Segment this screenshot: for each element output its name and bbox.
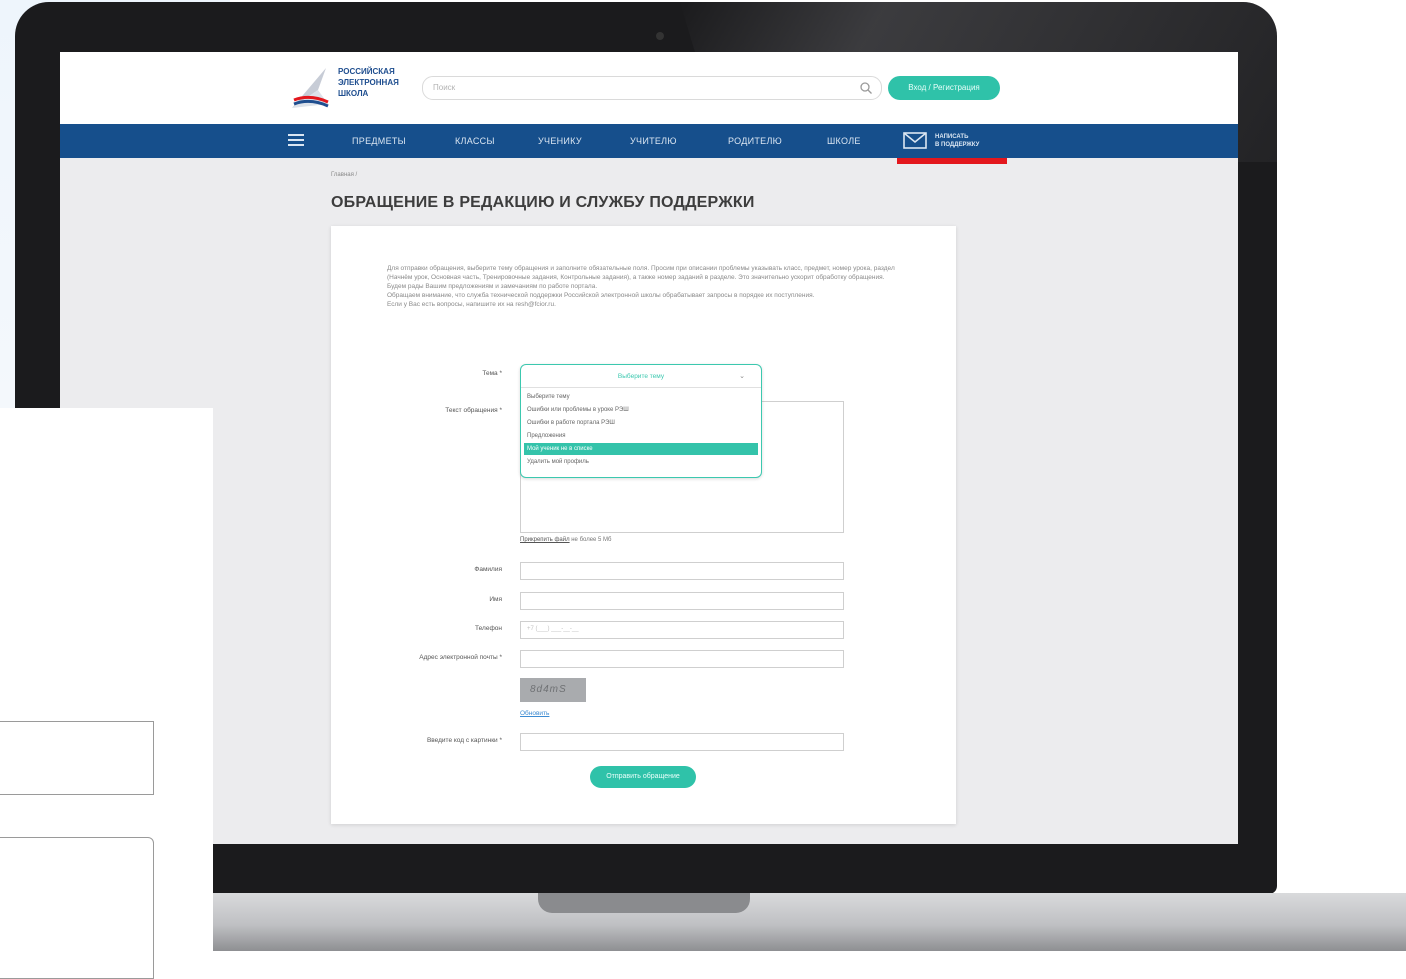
topic-label: Тема * — [482, 370, 502, 377]
topic-option[interactable]: Выберите тему — [524, 391, 758, 403]
phone-label: Телефон — [475, 625, 502, 632]
topic-option-highlighted[interactable]: Мой ученик не в списке — [524, 443, 758, 455]
site-header: РОССИЙСКАЯ ЭЛЕКТРОННАЯ ШКОЛА Поиск Вход … — [60, 52, 1238, 124]
intro-paragraph: Если у Вас есть вопросы, напишите их на … — [387, 301, 556, 308]
laptop-screen: РОССИЙСКАЯ ЭЛЕКТРОННАЯ ШКОЛА Поиск Вход … — [60, 52, 1238, 844]
topic-option[interactable]: Удалить мой профиль — [524, 456, 758, 468]
nav-item-school[interactable]: ШКОЛЕ — [827, 136, 861, 146]
side-panel — [0, 408, 213, 979]
camera-icon — [656, 32, 664, 40]
message-label: Текст обращения * — [445, 407, 502, 414]
attach-note: не более 5 Мб — [569, 537, 612, 543]
support-line: НАПИСАТЬ — [935, 134, 969, 140]
nav-item-student[interactable]: УЧЕНИКУ — [538, 136, 582, 146]
surname-label: Фамилия — [474, 566, 502, 573]
side-input-box[interactable] — [0, 721, 154, 795]
nav-item-teacher[interactable]: УЧИТЕЛЮ — [630, 136, 677, 146]
topic-option[interactable]: Ошибки в работе портала РЭШ — [524, 417, 758, 429]
topic-selected-value: Выберите тему — [617, 373, 665, 380]
attach-file: Прикрепить файл не более 5 Мб — [520, 537, 611, 543]
surname-field[interactable] — [520, 562, 844, 580]
phone-placeholder: +7 (___) ___-__-__ — [527, 626, 579, 632]
chevron-down-icon: ⌄ — [739, 373, 745, 380]
mail-icon — [903, 132, 927, 149]
name-label: Имя — [489, 596, 502, 603]
support-highlight — [897, 158, 1007, 164]
topic-select[interactable]: Выберите тему ⌄ Выберите тему Ошибки или… — [520, 364, 762, 478]
topic-option[interactable]: Предложения — [524, 430, 758, 442]
attach-file-link[interactable]: Прикрепить файл — [520, 537, 570, 543]
email-label: Адрес электронной почты * — [419, 654, 502, 661]
email-field[interactable] — [520, 650, 844, 668]
laptop-base — [213, 893, 1406, 951]
nav-item-classes[interactable]: КЛАССЫ — [455, 136, 495, 146]
support-line: В ПОДДЕРЖКУ — [935, 142, 980, 148]
intro-paragraph: Обращаем внимание, что служба техническо… — [387, 292, 815, 299]
logo-icon — [292, 68, 329, 108]
captcha-label: Введите код с картинки * — [426, 737, 502, 744]
login-button[interactable]: Вход / Регистрация — [888, 76, 1000, 100]
select-divider — [521, 387, 761, 388]
page-title: ОБРАЩЕНИЕ В РЕДАКЦИЮ И СЛУЖБУ ПОДДЕРЖКИ — [331, 194, 755, 211]
support-label: НАПИСАТЬ В ПОДДЕРЖКУ — [935, 133, 979, 149]
side-textarea-box[interactable] — [0, 837, 154, 979]
search-icon[interactable] — [859, 81, 873, 95]
menu-icon[interactable] — [288, 134, 304, 147]
intro-paragraph: Для отправки обращения, выберите тему об… — [387, 265, 895, 290]
captcha-image: 8d4mS — [520, 678, 586, 702]
form-instructions: Для отправки обращения, выберите тему об… — [387, 264, 897, 309]
laptop-base-notch — [538, 893, 750, 913]
breadcrumb[interactable]: Главная / — [331, 172, 357, 178]
support-link[interactable]: НАПИСАТЬ В ПОДДЕРЖКУ — [903, 130, 1007, 152]
submit-button[interactable]: Отправить обращение — [590, 766, 696, 788]
nav-item-subjects[interactable]: ПРЕДМЕТЫ — [352, 136, 406, 146]
refresh-captcha-link[interactable]: Обновить — [520, 710, 549, 717]
captcha-input[interactable] — [520, 733, 844, 751]
phone-field[interactable]: +7 (___) ___-__-__ — [520, 621, 844, 639]
name-field[interactable] — [520, 592, 844, 610]
nav-item-parent[interactable]: РОДИТЕЛЮ — [728, 136, 782, 146]
search-placeholder: Поиск — [433, 83, 456, 92]
search-input[interactable]: Поиск — [422, 76, 882, 100]
logo-text[interactable]: РОССИЙСКАЯ ЭЛЕКТРОННАЯ ШКОЛА — [338, 66, 399, 99]
logo-line: РОССИЙСКАЯ — [338, 67, 395, 76]
main-nav: ПРЕДМЕТЫ КЛАССЫ УЧЕНИКУ УЧИТЕЛЮ РОДИТЕЛЮ… — [60, 124, 1238, 158]
feedback-form: Для отправки обращения, выберите тему об… — [331, 226, 956, 824]
topic-option[interactable]: Ошибки или проблемы в уроке РЭШ — [524, 404, 758, 416]
logo-line: ЭЛЕКТРОННАЯ — [338, 78, 399, 87]
captcha-text: 8d4mS — [530, 684, 567, 695]
logo-line: ШКОЛА — [338, 89, 369, 98]
